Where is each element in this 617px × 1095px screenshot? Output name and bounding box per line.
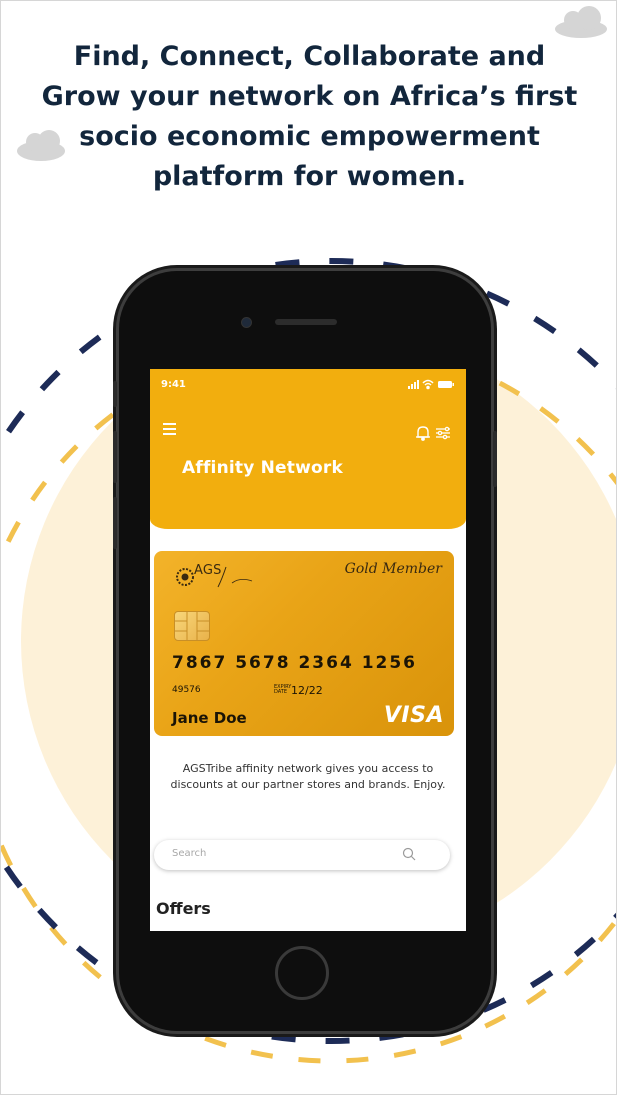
expiry-label: EXPIRY DATE bbox=[274, 684, 292, 695]
camera-icon bbox=[241, 317, 252, 328]
mute-switch bbox=[113, 381, 117, 407]
status-time: 9:41 bbox=[161, 379, 186, 390]
offers-heading: Offers bbox=[156, 899, 211, 918]
filter-icon bbox=[436, 426, 450, 440]
search-bar[interactable]: Search bbox=[154, 840, 450, 870]
card-holder-name: Jane Doe bbox=[172, 709, 247, 727]
headline: Find, Connect, Collaborate and Grow your… bbox=[41, 41, 578, 192]
cloud-icon bbox=[555, 6, 607, 38]
signal-icon bbox=[408, 380, 419, 389]
card-logo-text: AGS bbox=[194, 563, 222, 578]
volume-down-button bbox=[113, 497, 117, 549]
phone-screen: 9:41 Affinity Network AGS Gold Member 78… bbox=[150, 369, 466, 931]
bell-icon bbox=[416, 426, 430, 441]
agstribe-logo-icon bbox=[176, 566, 253, 588]
home-button[interactable] bbox=[275, 946, 329, 1000]
status-icons bbox=[408, 379, 454, 390]
speaker-grille bbox=[275, 319, 337, 325]
wifi-icon bbox=[422, 379, 434, 390]
volume-up-button bbox=[113, 431, 117, 483]
header-actions bbox=[416, 426, 450, 441]
battery-icon bbox=[438, 381, 454, 388]
app-header: 9:41 Affinity Network bbox=[150, 369, 466, 529]
visa-logo: VISA bbox=[383, 703, 444, 728]
search-icon[interactable] bbox=[402, 847, 416, 861]
membership-card[interactable]: AGS Gold Member 7867 5678 2364 1256 4957… bbox=[154, 551, 454, 736]
phone-mockup: 9:41 Affinity Network AGS Gold Member 78… bbox=[113, 271, 497, 1031]
member-tier-label: Gold Member bbox=[344, 561, 442, 577]
card-number: 7867 5678 2364 1256 bbox=[172, 653, 418, 673]
card-code: 49576 bbox=[172, 685, 201, 695]
search-input[interactable]: Search bbox=[172, 848, 206, 859]
network-description: AGSTribe affinity network gives you acce… bbox=[170, 762, 446, 791]
card-expiry: 12/22 bbox=[291, 684, 323, 697]
chip-icon bbox=[174, 611, 210, 641]
power-button bbox=[493, 431, 497, 487]
hamburger-menu-icon[interactable] bbox=[162, 421, 178, 437]
page-title: Affinity Network bbox=[182, 458, 343, 478]
app-store-screenshot: Find, Connect, Collaborate and Grow your… bbox=[0, 0, 617, 1095]
